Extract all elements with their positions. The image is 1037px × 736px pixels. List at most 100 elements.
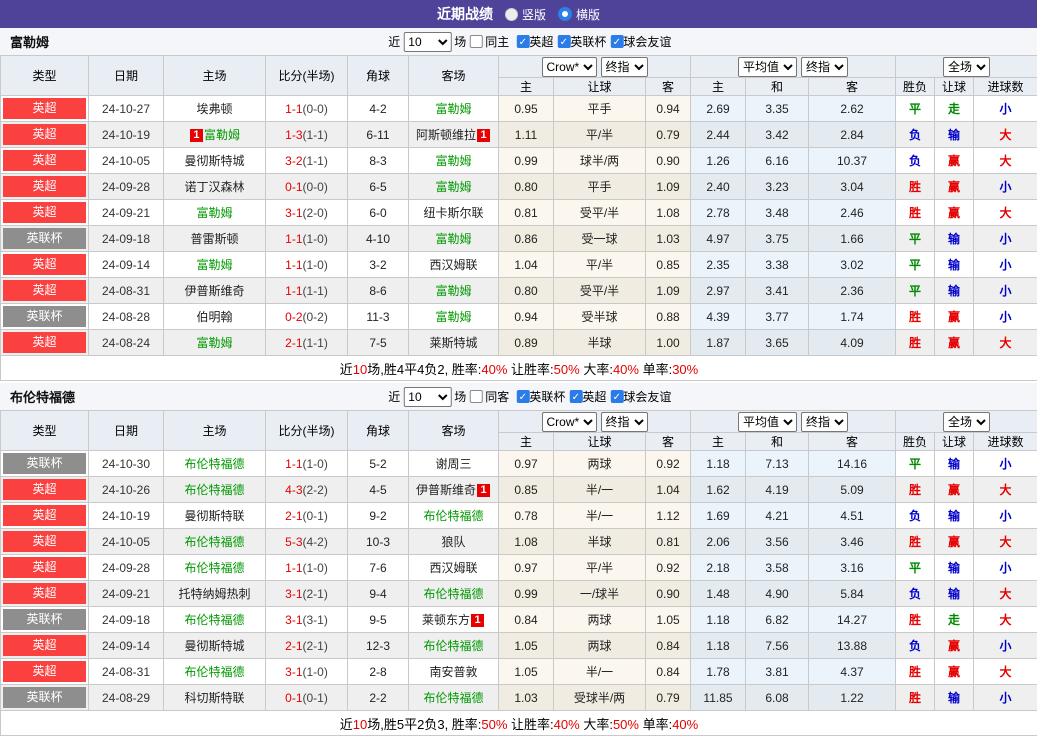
goals-outcome: 大 (974, 330, 1037, 356)
games-label: 场 (454, 388, 466, 405)
score: 0-1(0-1) (266, 685, 348, 711)
match-date: 24-08-24 (89, 330, 164, 356)
scope-select[interactable]: 全场 (943, 57, 990, 77)
corner-score: 3-2 (348, 252, 409, 278)
view-option-vertical[interactable]: 竖版 (505, 6, 546, 23)
match-row: 英超 24-09-28 布伦特福德 1-1(1-0) 7-6 西汉姆联 0.97… (1, 555, 1037, 581)
col-header-handicap: 让球 (554, 78, 646, 96)
avg-draw-odds: 4.21 (746, 503, 809, 529)
avg-home-odds: 1.18 (691, 607, 746, 633)
league-checkbox[interactable]: ✓ (610, 35, 623, 48)
home-team: 曼彻斯特联 (164, 503, 266, 529)
page-title: 近期战绩 (437, 4, 493, 24)
same-venue-label: 同主 (485, 33, 509, 50)
home-team: 布伦特福德 (164, 529, 266, 555)
avg-away-odds: 4.37 (809, 659, 896, 685)
league-badge: 英超 (3, 505, 86, 526)
avg-draw-odds: 3.75 (746, 226, 809, 252)
league-checkbox[interactable]: ✓ (569, 390, 582, 403)
avg-home-odds: 2.69 (691, 96, 746, 122)
goals-outcome: 大 (974, 581, 1037, 607)
results-table: 类型 日期 主场 比分(半场) 角球 客场 Crow*终指 平均值终指 全场 主… (0, 55, 1037, 381)
view-option-horizontal[interactable]: 横版 (558, 6, 600, 23)
handicap-line: 两球 (554, 607, 646, 633)
league-type-cell: 英联杯 (1, 226, 89, 252)
match-row: 英超 24-09-28 诺丁汉森林 0-1(0-0) 6-5 富勒姆 0.80 … (1, 174, 1037, 200)
match-date: 24-10-27 (89, 96, 164, 122)
away-odds: 0.90 (646, 581, 691, 607)
col-header-a-odds: 客 (646, 78, 691, 96)
league-checkbox[interactable]: ✓ (516, 35, 529, 48)
odds-company-select[interactable]: Crow* (542, 412, 597, 432)
average-stage-select[interactable]: 终指 (801, 57, 848, 77)
col-header-score: 比分(半场) (266, 411, 348, 451)
col-header-handicap-result: 让球 (935, 433, 974, 451)
league-badge: 英超 (3, 98, 86, 119)
away-odds: 0.79 (646, 685, 691, 711)
match-date: 24-09-18 (89, 226, 164, 252)
corner-score: 6-5 (348, 174, 409, 200)
away-odds: 0.94 (646, 96, 691, 122)
away-team: 富勒姆 (409, 226, 499, 252)
league-checkbox[interactable]: ✓ (610, 390, 623, 403)
result-outcome: 胜 (896, 330, 935, 356)
goals-outcome: 小 (974, 503, 1037, 529)
league-checkbox[interactable]: ✓ (557, 35, 570, 48)
team-section: 富勒姆 近 10 场 同主 ✓英超✓英联杯✓球会友谊 类型 日期 主场 比分(半… (0, 28, 1037, 381)
handicap-outcome: 输 (935, 122, 974, 148)
section-header: 布伦特福德 近 10 场 同客 ✓英联杯✓英超✓球会友谊 (0, 383, 1037, 410)
odds-stage-select[interactable]: 终指 (601, 412, 648, 432)
match-row: 英超 24-10-05 布伦特福德 5-3(4-2) 10-3 狼队 1.08 … (1, 529, 1037, 555)
home-odds: 0.95 (499, 96, 554, 122)
handicap-outcome: 输 (935, 555, 974, 581)
home-odds: 0.99 (499, 148, 554, 174)
odds-stage-select[interactable]: 终指 (601, 57, 648, 77)
result-outcome: 负 (896, 148, 935, 174)
league-type-cell: 英超 (1, 330, 89, 356)
result-outcome: 负 (896, 581, 935, 607)
average-stage-select[interactable]: 终指 (801, 412, 848, 432)
average-select[interactable]: 平均值 (738, 412, 797, 432)
away-team: 伊普斯维奇1 (409, 477, 499, 503)
scope-select[interactable]: 全场 (943, 412, 990, 432)
away-team: 狼队 (409, 529, 499, 555)
match-count-select[interactable]: 10 (403, 387, 451, 407)
avg-away-odds: 3.16 (809, 555, 896, 581)
score: 0-1(0-0) (266, 174, 348, 200)
home-team: 富勒姆 (164, 200, 266, 226)
corner-score: 9-2 (348, 503, 409, 529)
match-row: 英超 24-08-31 布伦特福德 3-1(1-0) 2-8 南安普敦 1.05… (1, 659, 1037, 685)
corner-score: 6-0 (348, 200, 409, 226)
same-venue-checkbox[interactable] (469, 35, 482, 48)
goals-outcome: 大 (974, 148, 1037, 174)
match-count-select[interactable]: 10 (403, 32, 451, 52)
handicap-line: 平/半 (554, 252, 646, 278)
radio-horizontal-icon[interactable] (558, 7, 572, 21)
result-outcome: 平 (896, 252, 935, 278)
score: 1-1(1-0) (266, 451, 348, 477)
away-odds: 0.81 (646, 529, 691, 555)
corner-score: 2-8 (348, 659, 409, 685)
league-badge: 英超 (3, 124, 86, 145)
avg-home-odds: 2.35 (691, 252, 746, 278)
match-date: 24-09-14 (89, 633, 164, 659)
away-team: 西汉姆联 (409, 555, 499, 581)
average-group-header: 平均值终指 (691, 411, 896, 433)
away-odds: 0.85 (646, 252, 691, 278)
match-row: 英联杯 24-10-30 布伦特福德 1-1(1-0) 5-2 谢周三 0.97… (1, 451, 1037, 477)
avg-away-odds: 14.27 (809, 607, 896, 633)
score: 2-1(1-1) (266, 330, 348, 356)
radio-vertical-icon[interactable] (505, 8, 518, 21)
average-select[interactable]: 平均值 (738, 57, 797, 77)
score: 4-3(2-2) (266, 477, 348, 503)
same-venue-checkbox[interactable] (469, 390, 482, 403)
league-filter: ✓球会友谊 (610, 33, 671, 50)
odds-company-select[interactable]: Crow* (542, 57, 597, 77)
match-row: 英超 24-10-19 曼彻斯特联 2-1(0-1) 9-2 布伦特福德 0.7… (1, 503, 1037, 529)
league-checkbox[interactable]: ✓ (516, 390, 529, 403)
goals-outcome: 小 (974, 174, 1037, 200)
goals-outcome: 小 (974, 633, 1037, 659)
col-header-home: 主场 (164, 56, 266, 96)
match-row: 英联杯 24-09-18 布伦特福德 3-1(3-1) 9-5 莱顿东方1 0.… (1, 607, 1037, 633)
league-type-cell: 英超 (1, 174, 89, 200)
